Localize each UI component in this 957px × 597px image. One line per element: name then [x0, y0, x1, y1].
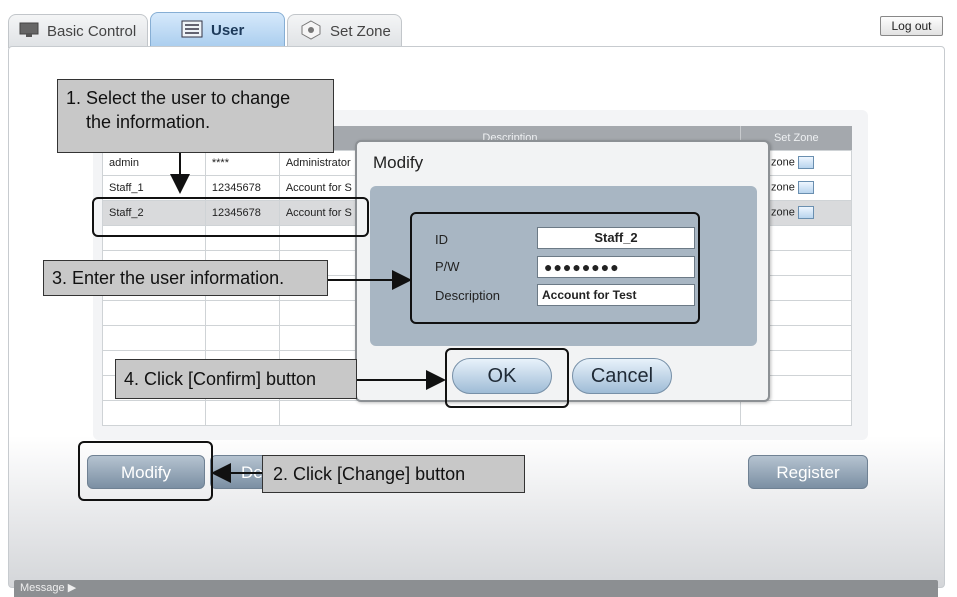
highlight-modify-button [78, 441, 213, 501]
highlight-input-fields [410, 212, 700, 324]
tab-basic-control[interactable]: Basic Control [8, 14, 148, 48]
callout-step3: 3. Enter the user information. [43, 260, 328, 296]
highlight-ok-button [445, 348, 569, 408]
tab-label: Basic Control [47, 23, 137, 40]
callout-step1: 1. Select the user to change the informa… [57, 79, 334, 153]
message-bar: Message ▶ [14, 580, 938, 597]
callout-step1-line2: the information. [86, 112, 211, 132]
tab-label: User [211, 22, 245, 39]
cancel-button[interactable]: Cancel [572, 358, 672, 394]
callout-step4: 4. Click [Confirm] button [115, 359, 357, 399]
cell-id: admin [102, 149, 206, 176]
callout-step2: 2. Click [Change] button [262, 455, 525, 493]
logout-button[interactable]: Log out [880, 16, 943, 36]
register-button[interactable]: Register [748, 455, 868, 489]
zone-icon [300, 19, 322, 44]
set-zone-icon[interactable] [797, 156, 814, 169]
list-icon [181, 20, 203, 42]
delete-label: De [241, 463, 263, 482]
zone-label: zone [771, 206, 795, 219]
tab-user[interactable]: User [150, 12, 285, 48]
cell-password: **** [204, 149, 280, 176]
callout-step1-line1: 1. Select the user to change [66, 88, 291, 108]
zone-label: zone [771, 181, 795, 194]
dialog-title: Modify [373, 153, 424, 172]
tab-label: Set Zone [330, 23, 391, 40]
tab-set-zone[interactable]: Set Zone [287, 14, 402, 48]
highlight-selected-row [92, 197, 369, 237]
zone-label: zone [771, 156, 795, 169]
set-zone-icon[interactable] [797, 181, 814, 194]
monitor-icon [19, 22, 39, 42]
set-zone-icon[interactable] [797, 206, 814, 219]
